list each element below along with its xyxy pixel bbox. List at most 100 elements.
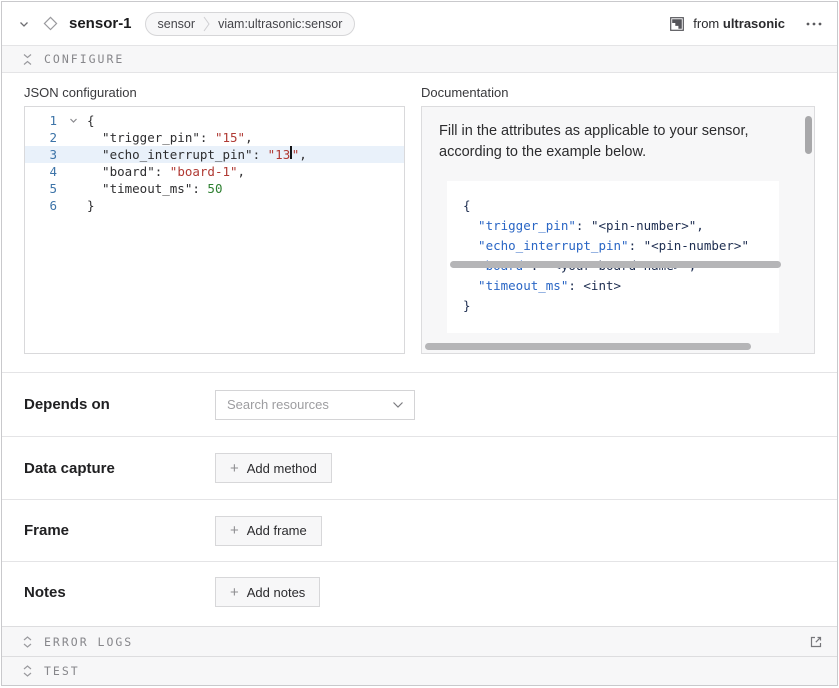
json-config-label: JSON configuration bbox=[24, 85, 405, 100]
editor-line-6: 6} bbox=[25, 197, 404, 214]
documentation-intro: Fill in the attributes as applicable to … bbox=[422, 107, 797, 163]
panel-vertical-scrollbar[interactable] bbox=[805, 109, 812, 349]
comma: , bbox=[238, 163, 246, 180]
notes-row: Notes + Add notes bbox=[2, 561, 837, 622]
badge-chevron-separator-icon bbox=[203, 16, 210, 32]
depends-on-row: Depends on Search resources bbox=[2, 372, 837, 436]
comma: , bbox=[245, 129, 253, 146]
json-key: "echo_interrupt_pin" bbox=[87, 146, 253, 163]
collapse-section-icon bbox=[22, 53, 33, 66]
json-config-column: JSON configuration 1 { 2 "trigger_pin": … bbox=[24, 85, 405, 354]
scrollbar-thumb[interactable] bbox=[450, 261, 781, 268]
json-value: "13 bbox=[268, 146, 291, 163]
component-model: viam:ultrasonic:sensor bbox=[218, 17, 342, 31]
documentation-column: Documentation Fill in the attributes as … bbox=[421, 85, 815, 354]
json-value: "15" bbox=[215, 129, 245, 146]
component-header: sensor-1 sensor viam:ultrasonic:sensor f… bbox=[2, 2, 837, 46]
doc-close-brace: } bbox=[463, 298, 471, 313]
panel-horizontal-scrollbar[interactable] bbox=[425, 343, 811, 350]
test-section-bar[interactable]: TEST bbox=[2, 656, 837, 685]
colon: : bbox=[155, 163, 170, 180]
colon: : bbox=[200, 129, 215, 146]
add-method-label: Add method bbox=[247, 461, 317, 476]
chevron-down-icon bbox=[18, 18, 30, 30]
configure-section-bar[interactable]: CONFIGURE bbox=[2, 46, 837, 73]
json-code-editor[interactable]: 1 { 2 "trigger_pin": "15", 3 "echo_inter… bbox=[24, 106, 405, 354]
component-card: sensor-1 sensor viam:ultrasonic:sensor f… bbox=[1, 1, 838, 686]
open-logs-external-button[interactable] bbox=[807, 633, 825, 651]
json-number-value: 50 bbox=[207, 180, 222, 197]
frame-row: Frame + Add frame bbox=[2, 499, 837, 561]
depends-on-select[interactable]: Search resources bbox=[215, 390, 415, 420]
doc-json-key: "trigger_pin" bbox=[463, 218, 576, 233]
depends-on-label: Depends on bbox=[24, 396, 215, 413]
documentation-panel: Fill in the attributes as applicable to … bbox=[421, 106, 815, 354]
plus-icon: + bbox=[230, 461, 239, 476]
error-logs-section-title: ERROR LOGS bbox=[44, 635, 133, 649]
line-number: 5 bbox=[25, 180, 69, 197]
plus-icon: + bbox=[230, 523, 239, 538]
code-horizontal-scrollbar[interactable] bbox=[450, 261, 806, 268]
doc-open-brace: { bbox=[463, 198, 471, 213]
line-number: 6 bbox=[25, 197, 69, 214]
from-word: from bbox=[693, 16, 719, 31]
doc-json-value: : "<pin-number>", bbox=[576, 218, 704, 233]
notes-label: Notes bbox=[24, 584, 215, 601]
editor-line-5: 5 "timeout_ms": 50 bbox=[25, 180, 404, 197]
line-number: 2 bbox=[25, 129, 69, 146]
doc-json-key: "echo_interrupt_pin" bbox=[463, 238, 629, 253]
data-capture-label: Data capture bbox=[24, 460, 215, 477]
configure-section-title: CONFIGURE bbox=[44, 52, 124, 66]
test-section-title: TEST bbox=[44, 664, 80, 678]
add-notes-label: Add notes bbox=[247, 585, 306, 600]
collapse-chevron-button[interactable] bbox=[16, 16, 32, 32]
depends-on-placeholder: Search resources bbox=[227, 397, 392, 412]
scrollbar-thumb[interactable] bbox=[805, 116, 812, 154]
component-type-badge: sensor viam:ultrasonic:sensor bbox=[145, 12, 356, 36]
line-number: 4 bbox=[25, 163, 69, 180]
open-brace: { bbox=[87, 112, 95, 129]
add-frame-label: Add frame bbox=[247, 523, 307, 538]
json-value: "board-1" bbox=[170, 163, 238, 180]
editor-line-4: 4 "board": "board-1", bbox=[25, 163, 404, 180]
module-name: ultrasonic bbox=[723, 16, 785, 31]
comma: , bbox=[299, 146, 307, 163]
external-link-icon bbox=[809, 635, 823, 649]
attribute-rows: Depends on Search resources Data capture… bbox=[2, 372, 837, 622]
add-method-button[interactable]: + Add method bbox=[215, 453, 332, 483]
add-frame-button[interactable]: + Add frame bbox=[215, 516, 322, 546]
line-number: 1 bbox=[25, 112, 69, 129]
doc-json-key: "timeout_ms" bbox=[463, 278, 568, 293]
doc-json-value: : "<pin-number>" bbox=[629, 238, 749, 253]
json-key: "board" bbox=[87, 163, 155, 180]
ellipsis-icon bbox=[805, 21, 823, 27]
component-menu-button[interactable] bbox=[803, 19, 825, 29]
json-key: "trigger_pin" bbox=[87, 129, 200, 146]
documentation-label: Documentation bbox=[421, 85, 815, 100]
json-key: "timeout_ms" bbox=[87, 180, 192, 197]
doc-json-value: : <int> bbox=[568, 278, 621, 293]
documentation-code-block: { "trigger_pin": "<pin-number>", "echo_i… bbox=[447, 181, 779, 333]
line-number: 3 bbox=[25, 146, 69, 163]
component-name: sensor-1 bbox=[69, 15, 132, 32]
expand-section-icon bbox=[22, 664, 33, 678]
colon: : bbox=[253, 146, 268, 163]
from-module-label: from ultrasonic bbox=[693, 16, 785, 31]
chevron-down-icon bbox=[392, 401, 404, 409]
editor-line-1: 1 { bbox=[25, 112, 404, 129]
close-brace: } bbox=[87, 197, 95, 214]
editor-line-2: 2 "trigger_pin": "15", bbox=[25, 129, 404, 146]
data-capture-row: Data capture + Add method bbox=[2, 436, 837, 499]
editor-line-3-active: 3 "echo_interrupt_pin": "13", bbox=[25, 146, 404, 163]
scrollbar-thumb[interactable] bbox=[425, 343, 751, 350]
add-notes-button[interactable]: + Add notes bbox=[215, 577, 320, 607]
module-icon bbox=[669, 16, 685, 32]
configure-panel: JSON configuration 1 { 2 "trigger_pin": … bbox=[2, 73, 837, 626]
expand-section-icon bbox=[22, 635, 33, 649]
frame-label: Frame bbox=[24, 522, 215, 539]
fold-chevron-icon[interactable] bbox=[69, 112, 87, 129]
error-logs-section-bar[interactable]: ERROR LOGS bbox=[2, 626, 837, 656]
plus-icon: + bbox=[230, 585, 239, 600]
component-diamond-icon bbox=[41, 14, 60, 33]
component-type: sensor bbox=[158, 17, 196, 31]
